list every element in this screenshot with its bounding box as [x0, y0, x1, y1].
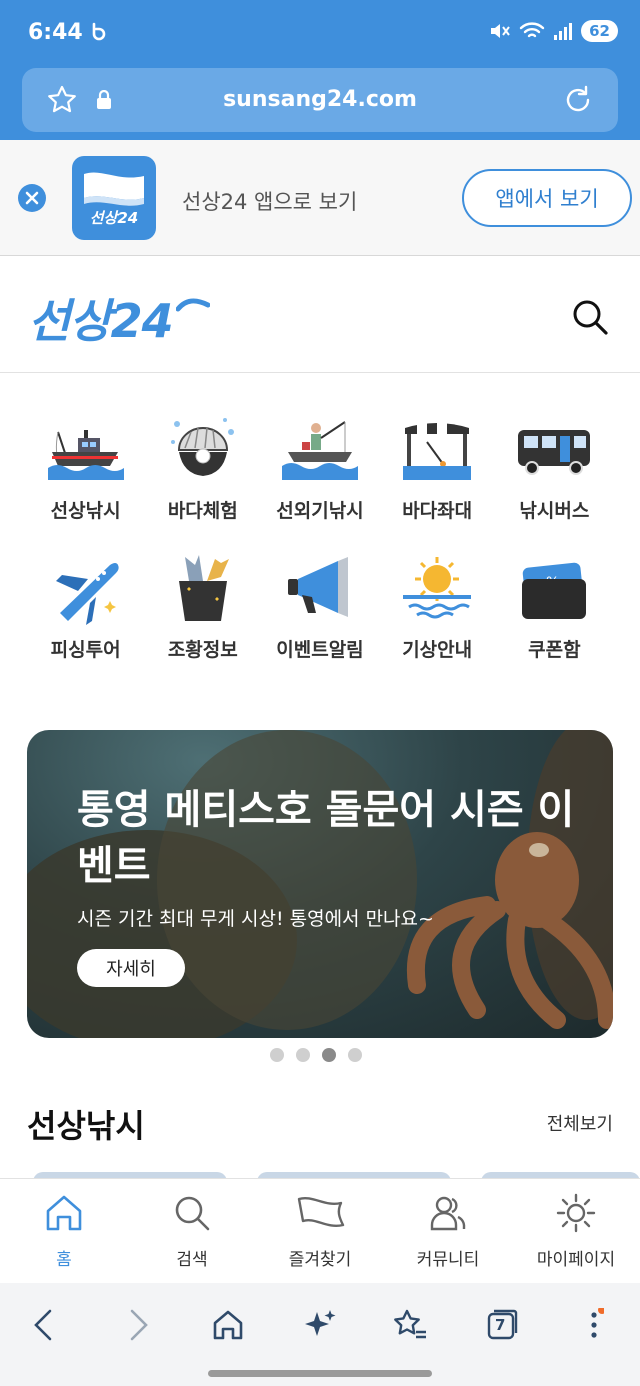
home-icon	[46, 1195, 82, 1231]
more-vertical-icon	[591, 1308, 604, 1338]
promo-subtitle: 시즌 기간 최대 무게 시상! 통영에서 만나요~	[77, 908, 434, 930]
sun-sea-icon	[403, 557, 472, 619]
app-install-banner: 선상24 선상24 앱으로 보기 앱에서 보기	[0, 140, 640, 256]
tab-label: 홈	[56, 1250, 72, 1270]
carousel-dot-active[interactable]	[322, 1048, 336, 1062]
forward-button[interactable]	[116, 1303, 160, 1347]
carousel-pagination	[270, 1048, 362, 1062]
browser-top-bar: 6:44 62 sunsang24.com	[0, 0, 640, 140]
category-fishing-boat[interactable]: 선상낚시	[27, 412, 144, 523]
status-icons: 62	[489, 20, 618, 42]
tabs-button[interactable]: 7	[480, 1303, 524, 1347]
tab-search[interactable]: 검색	[128, 1179, 256, 1282]
view-all-link[interactable]: 전체보기	[547, 1110, 613, 1136]
carousel-dot[interactable]	[348, 1048, 362, 1062]
back-button[interactable]	[22, 1303, 66, 1347]
people-icon	[430, 1196, 466, 1231]
tab-community[interactable]: 커뮤니티	[384, 1179, 512, 1282]
small-boat-angler-icon	[281, 421, 358, 480]
search-icon	[175, 1196, 210, 1231]
category-label: 바다좌대	[402, 500, 473, 522]
category-event-alert[interactable]: 이벤트알림	[261, 551, 378, 662]
tab-home[interactable]: 홈	[0, 1179, 128, 1282]
open-in-app-button[interactable]: 앱에서 보기	[462, 169, 632, 227]
pearl-shell-icon	[170, 418, 234, 476]
url-bar[interactable]: sunsang24.com	[22, 68, 618, 132]
airplane-icon	[55, 563, 119, 625]
category-row: 피싱투어 조황정보 이벤트알림 기상안내 쿠폰함	[27, 551, 613, 662]
bus-icon	[518, 430, 591, 475]
category-label: 피싱투어	[50, 639, 121, 661]
home-icon	[213, 1310, 243, 1340]
fish-bucket-icon	[178, 555, 229, 621]
more-menu-button[interactable]	[572, 1303, 616, 1347]
app-icon: 선상24	[72, 156, 156, 240]
tab-label: 검색	[176, 1250, 208, 1270]
site-header: 선상24	[0, 257, 640, 373]
notification-b-icon	[92, 22, 106, 41]
section-title: 선상낚시	[27, 1107, 145, 1145]
category-fishing-bus[interactable]: 낚시버스	[496, 412, 613, 523]
promo-banner[interactable]: 통영 메티스호 돌문어 시즌 이벤트 시즌 기간 최대 무게 시상! 통영에서 …	[27, 730, 613, 1038]
browser-home-button[interactable]	[206, 1303, 250, 1347]
category-label: 바다체험	[167, 500, 238, 522]
wifi-icon	[519, 22, 545, 38]
promo-title: 통영 메티스호 돌문어 시즌 이벤트	[77, 787, 575, 889]
carousel-dot[interactable]	[270, 1048, 284, 1062]
url-text[interactable]: sunsang24.com	[22, 87, 618, 112]
category-sea-platform[interactable]: 바다좌대	[379, 412, 496, 523]
category-label: 쿠폰함	[528, 639, 581, 661]
home-indicator[interactable]	[208, 1370, 432, 1377]
bottom-tab-bar: 홈 검색 즐겨찾기 커뮤니티 마이페이지	[0, 1178, 640, 1282]
banner-message: 선상24 앱으로 보기	[182, 190, 358, 214]
category-label: 기상안내	[402, 639, 473, 661]
status-time: 6:44	[28, 20, 83, 45]
site-logo[interactable]: 선상24	[28, 285, 174, 351]
sparkle-icon	[305, 1310, 336, 1336]
category-sea-experience[interactable]: 바다체험	[144, 412, 261, 523]
sea-platform-icon	[403, 422, 472, 480]
tab-count: 7	[495, 1316, 506, 1334]
category-label: 이벤트알림	[276, 639, 364, 661]
gear-icon	[556, 1193, 596, 1233]
category-grid: 선상낚시 바다체험 선외기낚시 바다좌대 낚시버스 피싱투어 조황정보 이벤트알…	[27, 412, 613, 690]
status-bar: 6:44 62	[0, 0, 640, 66]
flag-icon	[297, 1196, 345, 1228]
ai-sparkle-button[interactable]	[298, 1303, 342, 1347]
chevron-right-icon	[130, 1309, 148, 1341]
category-label: 조황정보	[167, 639, 238, 661]
carousel-dot[interactable]	[296, 1048, 310, 1062]
close-icon[interactable]	[18, 184, 46, 212]
tab-label: 커뮤니티	[416, 1250, 480, 1270]
promo-detail-button[interactable]: 자세히	[77, 949, 185, 987]
megaphone-icon	[287, 557, 348, 617]
logo-wave-icon	[176, 298, 210, 312]
category-label: 낚시버스	[519, 500, 590, 522]
category-label: 선상낚시	[50, 500, 121, 522]
category-row: 선상낚시 바다체험 선외기낚시 바다좌대 낚시버스	[27, 412, 613, 523]
chevron-left-icon	[34, 1309, 52, 1341]
tab-mypage[interactable]: 마이페이지	[512, 1179, 640, 1282]
category-coupon-box[interactable]: % 쿠폰함	[496, 551, 613, 662]
mute-icon	[491, 24, 510, 38]
signal-icon	[554, 23, 573, 40]
search-icon[interactable]	[570, 297, 610, 337]
bookmarks-button[interactable]	[388, 1303, 432, 1347]
star-list-icon	[394, 1309, 426, 1339]
tab-label: 즐겨찾기	[288, 1250, 352, 1270]
reload-icon[interactable]	[562, 84, 594, 116]
coupon-icon: %	[522, 562, 587, 619]
tab-favorites[interactable]: 즐겨찾기	[256, 1179, 384, 1282]
category-catch-report[interactable]: 조황정보	[144, 551, 261, 662]
fishing-boat-icon	[47, 430, 124, 480]
tab-label: 마이페이지	[536, 1250, 616, 1270]
category-weather[interactable]: 기상안내	[379, 551, 496, 662]
category-outboard-fishing[interactable]: 선외기낚시	[261, 412, 378, 523]
app-icon-label: 선상24	[89, 209, 139, 227]
category-label: 선외기낚시	[276, 500, 364, 522]
category-fishing-tour[interactable]: 피싱투어	[27, 551, 144, 662]
battery-level: 62	[581, 20, 618, 42]
